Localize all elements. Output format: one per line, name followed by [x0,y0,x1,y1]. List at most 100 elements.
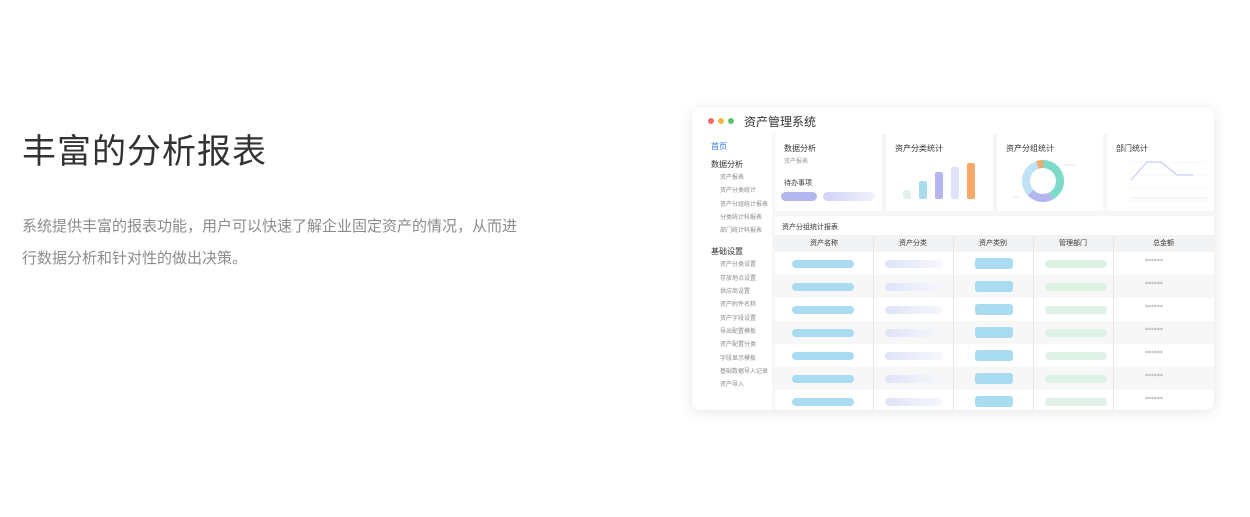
category-bar-2 [919,181,927,199]
column-divider [1033,235,1034,410]
todo-pill-1[interactable] [781,192,817,201]
table-row[interactable]: ****** [775,390,1214,410]
close-dot-icon[interactable] [708,118,714,124]
total-amount-masked: ****** [1145,327,1163,334]
sidebar-group-data-analysis[interactable]: 数据分析 [692,158,772,171]
hero-description-line-2: 行数据分析和针对性的做出决策。 [22,249,248,267]
table-row[interactable]: ****** [775,321,1214,344]
app-window: 资产管理系统 首页 数据分析 资产报表 资产分类统计 资产分组统计报表 分类统计… [692,108,1214,410]
asset-class-bar [885,352,943,360]
asset-type-bar [975,258,1013,269]
asset-name-bar [792,329,854,337]
card-group-stats[interactable]: 资产分组统计 [997,134,1103,211]
asset-class-bar [885,375,943,383]
sidebar-item-attachment-name[interactable]: 资产附件名称 [692,298,772,311]
app-title: 资产管理系统 [744,114,817,129]
asset-type-bar [975,281,1013,292]
sidebar-item-group-stats-report[interactable]: 资产分组统计报表 [692,198,772,211]
hero-description: 系统提供丰富的报表功能，用户可以快速了解企业固定资产的情况，从而进 行数据分析和… [22,210,562,274]
total-amount-masked: ****** [1145,350,1163,357]
asset-class-bar [885,398,943,406]
column-header-asset-class[interactable]: 资产分类 [873,235,953,252]
window-titlebar: 资产管理系统 [692,108,1214,134]
maximize-dot-icon[interactable] [728,118,734,124]
card-data-analysis-sub: 资产报表 [784,158,809,165]
asset-class-bar [885,329,943,337]
total-amount-masked: ****** [1145,373,1163,380]
table-row[interactable]: ****** [775,344,1214,367]
minimize-dot-icon[interactable] [718,118,724,124]
column-divider [873,235,874,410]
sidebar-item-import-records[interactable]: 基础数据导入记录 [692,365,772,378]
asset-name-bar [792,375,854,383]
hero-section: 丰富的分析报表 系统提供丰富的报表功能，用户可以快速了解企业固定资产的情况，从而… [22,130,562,274]
department-bar [1045,306,1107,314]
asset-name-bar [792,260,854,268]
sidebar-item-location-setting[interactable]: 存放地点设置 [692,272,772,285]
asset-type-bar [975,304,1013,315]
sidebar-item-category-setting[interactable]: 资产分类设置 [692,258,772,271]
category-bar-1 [903,190,911,199]
card-data-analysis[interactable]: 数据分析 资产报表 待办事项 [775,134,882,211]
asset-type-bar [975,327,1013,338]
table-row[interactable]: ****** [775,275,1214,298]
asset-class-bar [885,306,943,314]
sidebar-item-home[interactable]: 首页 [692,140,772,153]
total-amount-masked: ****** [1145,258,1163,265]
column-header-asset-name[interactable]: 资产名称 [775,235,873,252]
dept-line-series [1130,161,1193,181]
department-bar [1045,352,1107,360]
asset-name-bar [792,283,854,291]
sidebar-item-field-setting[interactable]: 资产字段设置 [692,312,772,325]
total-amount-masked: ****** [1145,281,1163,288]
column-divider [1113,235,1114,410]
sidebar-item-display-template[interactable]: 字段显示模板 [692,352,772,365]
table-title: 资产分组统计报表 [782,223,838,231]
sidebar-item-asset-import[interactable]: 资产导入 [692,378,772,391]
department-bar [1045,375,1107,383]
department-bar [1045,329,1107,337]
sidebar-group-basic-settings[interactable]: 基础设置 [692,245,772,258]
group-donut-illustration [1011,160,1075,202]
sidebar-item-export-template[interactable]: 导出配置模板 [692,325,772,338]
asset-type-bar [975,396,1013,407]
card-category-stats[interactable]: 资产分类统计 [886,134,993,211]
asset-type-bar [975,373,1013,384]
asset-name-bar [792,352,854,360]
card-data-analysis-title: 数据分析 [784,144,816,153]
category-bar-5 [967,163,975,199]
total-amount-masked: ****** [1145,304,1163,311]
table-row[interactable]: ****** [775,298,1214,321]
todo-pill-2[interactable] [823,192,875,201]
table-row[interactable]: ****** [775,367,1214,390]
category-bar-3 [935,172,943,199]
column-header-department[interactable]: 管理部门 [1033,235,1113,252]
asset-class-bar [885,260,943,268]
hero-title: 丰富的分析报表 [22,132,267,172]
column-divider [953,235,954,410]
department-bar [1045,283,1107,291]
department-bar [1045,398,1107,406]
department-bar [1045,260,1107,268]
sidebar-item-supplier-setting[interactable]: 供应商设置 [692,285,772,298]
asset-type-bar [975,350,1013,361]
sidebar: 首页 数据分析 资产报表 资产分类统计 资产分组统计报表 分类统计科报表 部门统… [692,134,772,410]
sidebar-item-category-stats[interactable]: 资产分类统计 [692,184,772,197]
dept-line-illustration [1129,161,1207,202]
category-bar-illustration [903,163,975,199]
card-dept-stats[interactable]: 部门统计 [1107,134,1214,211]
todo-label: 待办事项 [784,179,812,187]
sidebar-item-dept-stats-report[interactable]: 部门统计科报表 [692,224,772,237]
table-row[interactable]: ****** [775,252,1214,275]
total-amount-masked: ****** [1145,396,1163,403]
asset-name-bar [792,398,854,406]
sidebar-item-asset-report[interactable]: 资产报表 [692,171,772,184]
sidebar-item-config-category[interactable]: 资产配置分类 [692,338,772,351]
category-bar-4 [951,167,959,199]
sidebar-item-class-stats-report[interactable]: 分类统计科报表 [692,211,772,224]
hero-description-line-1: 系统提供丰富的报表功能，用户可以快速了解企业固定资产的情况，从而进 [22,217,518,235]
asset-name-bar [792,306,854,314]
column-header-total-amount[interactable]: 总金额 [1113,235,1214,252]
column-header-asset-type[interactable]: 资产类别 [953,235,1033,252]
asset-class-bar [885,283,943,291]
